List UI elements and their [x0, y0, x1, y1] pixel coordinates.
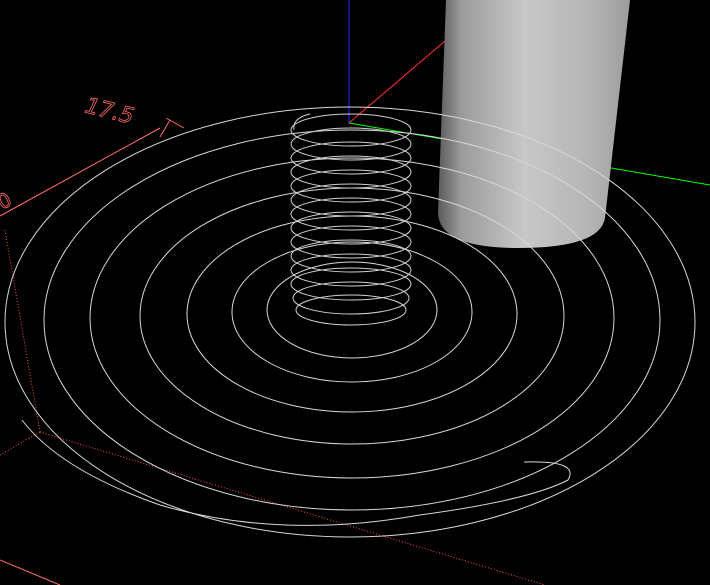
spiral-turn	[231, 241, 473, 383]
base-line-bottom	[39, 431, 546, 585]
helix-turn	[290, 169, 412, 203]
spiral-turn	[266, 261, 438, 359]
cylinder-shape	[438, 0, 630, 248]
cylinder-body[interactable]	[438, 0, 630, 248]
dim-line-lower	[0, 559, 61, 585]
base-line-left	[0, 431, 41, 456]
dim-line-diagonal	[0, 127, 161, 217]
dimension-label-partial: 0	[0, 187, 16, 214]
helix-turn	[290, 253, 412, 287]
helix-turn	[290, 211, 412, 245]
dimension-label: 17.5	[83, 94, 137, 130]
dim-leader-vertical	[4, 229, 41, 433]
helix-turn	[290, 183, 412, 217]
helix-start	[293, 113, 311, 131]
helix-turn	[290, 155, 412, 189]
helix-turn	[290, 197, 412, 231]
helix-turn	[290, 239, 412, 273]
dim-tick-stem	[159, 119, 171, 138]
helix-turn	[290, 127, 412, 161]
cad-3d-viewport[interactable]: 17.5 0	[0, 0, 710, 585]
helix-turn	[292, 281, 410, 315]
